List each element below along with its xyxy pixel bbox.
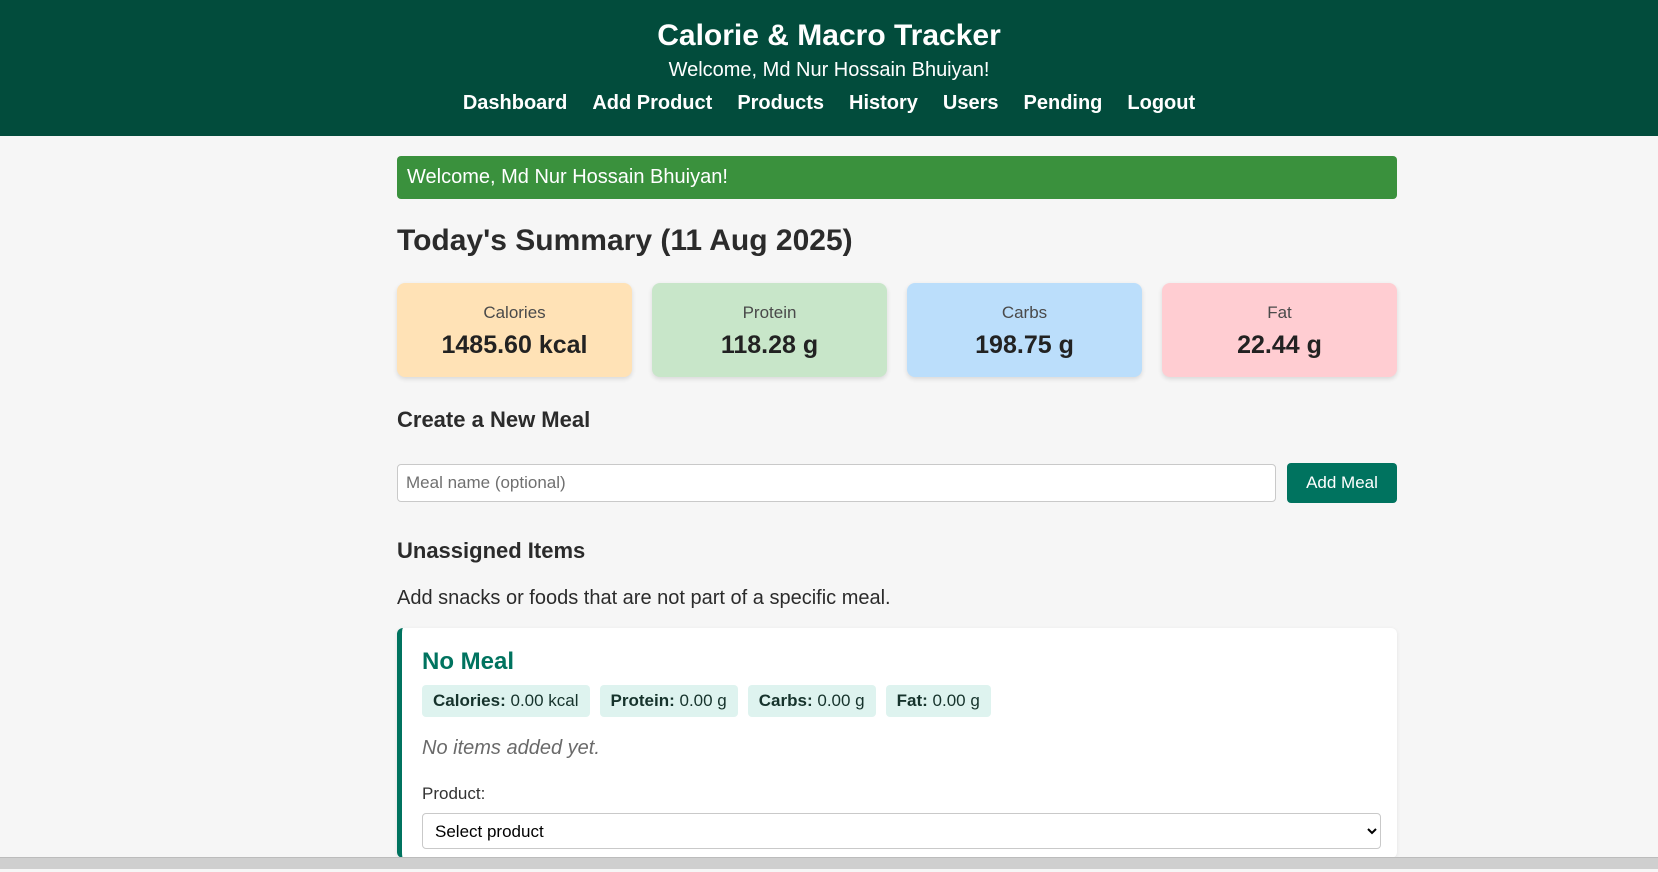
card-value: 198.75 g (975, 331, 1074, 359)
chip-label: Calories: (433, 691, 506, 710)
unassigned-description: Add snacks or foods that are not part of… (397, 587, 891, 609)
carbs-chip: Carbs: 0.00 g (747, 685, 876, 717)
main-content: Welcome, Md Nur Hossain Bhuiyan! Today's… (397, 156, 1397, 858)
summary-cards: Calories 1485.60 kcal Protein 118.28 g C… (397, 283, 1397, 377)
chip-label: Carbs: (758, 691, 813, 710)
calories-chip: Calories: 0.00 kcal (422, 685, 590, 717)
app-title: Calorie & Macro Tracker (657, 19, 1001, 52)
card-value: 1485.60 kcal (441, 331, 588, 359)
product-select[interactable]: Select product (422, 813, 1381, 849)
welcome-alert: Welcome, Md Nur Hossain Bhuiyan! (397, 156, 1397, 199)
calories-card: Calories 1485.60 kcal (397, 283, 632, 377)
horizontal-scrollbar[interactable] (0, 857, 1658, 869)
no-meal-card: No Meal Calories: 0.00 kcal Protein: 0.0… (397, 628, 1397, 858)
chip-label: Protein: (610, 691, 675, 710)
unassigned-title: Unassigned Items (397, 538, 586, 563)
chip-value: 0.00 g (817, 691, 865, 710)
app-header: Calorie & Macro Tracker Welcome, Md Nur … (0, 0, 1658, 136)
macro-chips: Calories: 0.00 kcal Protein: 0.00 g Carb… (422, 685, 1377, 717)
protein-card: Protein 118.28 g (652, 283, 887, 377)
card-label: Fat (1267, 303, 1292, 322)
card-value: 118.28 g (720, 331, 819, 359)
summary-title: Today's Summary (11 Aug 2025) (397, 224, 853, 257)
header-welcome: Welcome, Md Nur Hossain Bhuiyan! (668, 59, 990, 81)
nav-users[interactable]: Users (943, 90, 999, 116)
nav-logout[interactable]: Logout (1127, 90, 1195, 116)
main-nav: Dashboard Add Product Products History U… (0, 90, 1658, 116)
fat-card: Fat 22.44 g (1162, 283, 1397, 377)
card-label: Carbs (1001, 303, 1048, 322)
meal-name: No Meal (422, 648, 515, 675)
nav-history[interactable]: History (849, 90, 918, 116)
nav-products[interactable]: Products (737, 90, 824, 116)
card-value: 22.44 g (1237, 331, 1322, 359)
card-label: Protein (742, 303, 797, 322)
nav-dashboard[interactable]: Dashboard (463, 90, 567, 116)
chip-label: Fat: (896, 691, 928, 710)
nav-pending[interactable]: Pending (1024, 90, 1103, 116)
create-meal-title: Create a New Meal (397, 407, 591, 432)
add-meal-button[interactable]: Add Meal (1287, 463, 1397, 503)
product-label: Product: (422, 784, 486, 803)
meal-name-input[interactable] (397, 464, 1276, 502)
chip-value: 0.00 g (679, 691, 727, 710)
empty-items-message: No items added yet. (422, 737, 600, 759)
nav-add-product[interactable]: Add Product (592, 90, 712, 116)
create-meal-form: Add Meal (397, 463, 1397, 503)
carbs-card: Carbs 198.75 g (907, 283, 1142, 377)
chip-value: 0.00 kcal (510, 691, 579, 710)
fat-chip: Fat: 0.00 g (885, 685, 991, 717)
card-label: Calories (483, 303, 546, 322)
protein-chip: Protein: 0.00 g (599, 685, 738, 717)
chip-value: 0.00 g (932, 691, 980, 710)
